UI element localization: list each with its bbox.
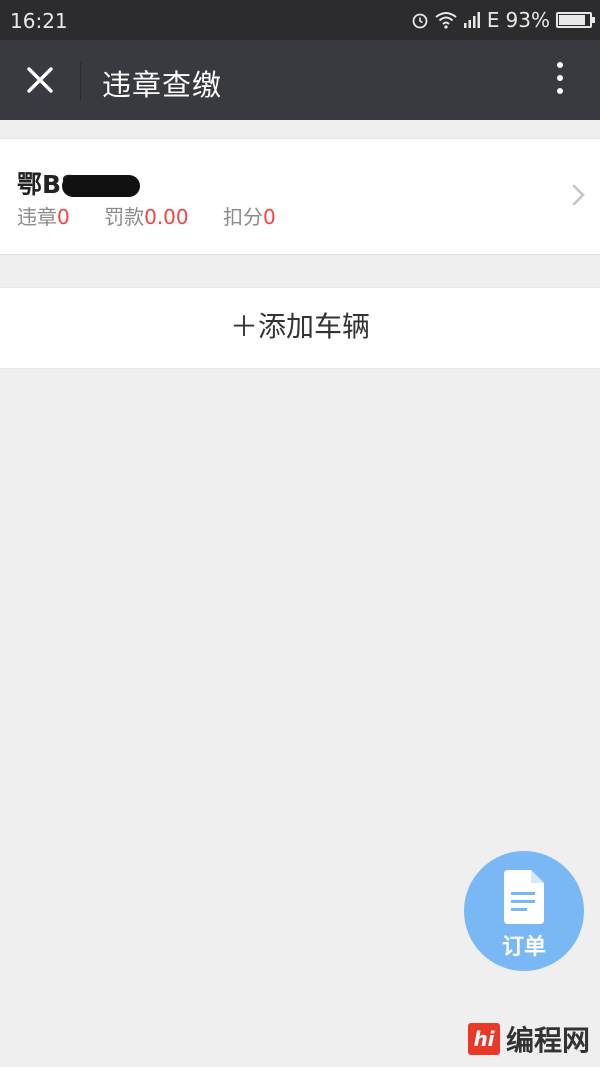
points-label: 扣分 — [222, 205, 263, 229]
page-title: 违章查缴 — [102, 68, 223, 102]
plate-redaction — [62, 175, 141, 197]
nav-divider — [80, 62, 81, 100]
more-vertical-icon[interactable] — [554, 62, 566, 102]
fine-label: 罚款 — [104, 205, 145, 229]
add-vehicle-button[interactable]: ＋添加车辆 — [0, 287, 600, 369]
fine-value: 0.00 — [144, 205, 189, 229]
wifi-icon — [435, 12, 457, 29]
status-time: 16:21 — [10, 9, 68, 33]
violations-value: 0 — [57, 205, 70, 229]
vehicle-stats: 违章0 罚款0.00 扣分0 — [17, 201, 304, 230]
signal-icon — [463, 12, 480, 28]
watermark-text: 编程网 — [505, 1024, 590, 1057]
battery-fill — [559, 15, 586, 25]
violations-stat: 违章0 — [17, 205, 70, 229]
battery-percent: 93% — [505, 8, 550, 32]
status-icons: E 93% — [411, 8, 595, 32]
close-icon[interactable] — [20, 60, 60, 100]
status-bar: 16:21 E 93% — [0, 0, 600, 40]
chevron-right-icon — [572, 184, 585, 206]
fine-stat: 罚款0.00 — [104, 205, 189, 229]
vehicle-card[interactable]: 鄂B8 违章0 罚款0.00 扣分0 — [0, 138, 600, 255]
nav-bar: 违章查缴 — [0, 40, 600, 120]
points-value: 0 — [262, 205, 276, 229]
battery-icon — [556, 12, 595, 28]
watermark-logo: hi — [467, 1023, 500, 1055]
document-icon — [504, 870, 544, 924]
vehicle-plate: 鄂B8 — [17, 165, 141, 201]
orders-label: 订单 — [501, 935, 546, 960]
watermark: hi 编程网 — [467, 1019, 590, 1059]
violations-label: 违章 — [17, 205, 57, 229]
network-type: E — [486, 8, 500, 32]
alarm-icon — [412, 13, 428, 29]
points-stat: 扣分0 — [223, 205, 276, 229]
orders-button[interactable]: 订单 — [464, 851, 584, 971]
